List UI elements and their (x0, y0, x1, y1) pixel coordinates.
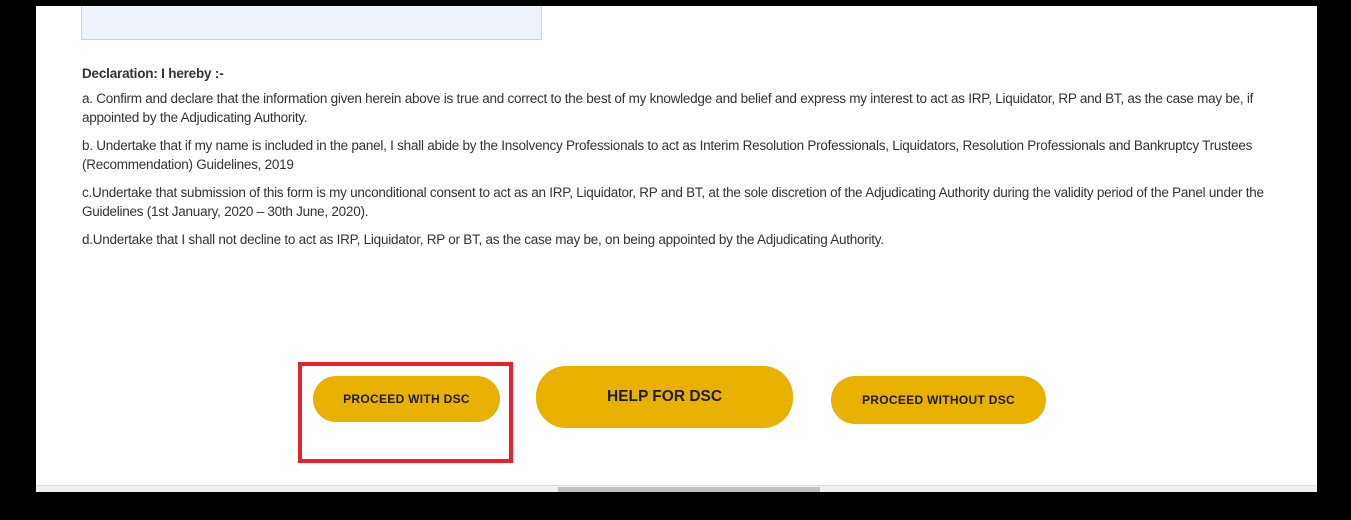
declaration-page: Declaration: I hereby :- a. Confirm and … (36, 6, 1317, 492)
declaration-item-b: b. Undertake that if my name is included… (82, 138, 1253, 172)
declaration-item-d: d.Undertake that I shall not decline to … (82, 232, 884, 247)
declaration-heading: Declaration: I hereby :- (82, 66, 224, 81)
horizontal-scrollbar[interactable] (36, 485, 1317, 492)
proceed-with-dsc-button[interactable]: PROCEED WITH DSC (313, 376, 500, 422)
input-field-partial[interactable] (81, 6, 542, 40)
declaration-item-a: a. Confirm and declare that the informat… (82, 91, 1254, 125)
proceed-without-dsc-button[interactable]: PROCEED WITHOUT DSC (831, 376, 1046, 424)
help-for-dsc-button[interactable]: HELP FOR DSC (536, 366, 793, 428)
declaration-item-c: c.Undertake that submission of this form… (82, 185, 1264, 219)
scrollbar-thumb[interactable] (558, 487, 820, 492)
